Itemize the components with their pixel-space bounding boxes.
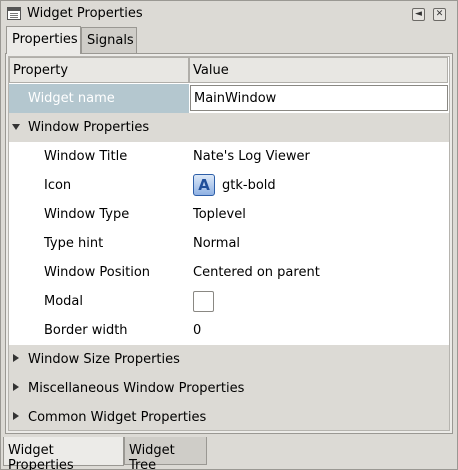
title-bar: Widget Properties ◄ ✕ — [1, 1, 457, 27]
row-widget-name[interactable]: Widget name MainWindow — [9, 84, 449, 113]
property-label: Type hint — [44, 236, 104, 251]
expander-collapsed-icon[interactable] — [13, 412, 19, 420]
property-value[interactable]: gtk-bold — [222, 178, 276, 193]
close-icon[interactable]: ✕ — [433, 8, 446, 21]
column-header-value[interactable]: Value — [189, 57, 448, 83]
property-label: Window Type — [44, 207, 130, 222]
row-type-hint[interactable]: Type hint Normal — [9, 229, 449, 258]
row-window-type[interactable]: Window Type Toplevel — [9, 200, 449, 229]
widget-name-input[interactable]: MainWindow — [190, 85, 448, 111]
property-label: Modal — [44, 294, 83, 309]
property-table: Property Value Widget name MainWindow Wi… — [8, 56, 450, 431]
property-value[interactable]: Normal — [190, 229, 449, 258]
window-title: Widget Properties — [27, 6, 143, 21]
row-modal[interactable]: Modal — [9, 287, 449, 316]
row-window-title[interactable]: Window Title Nate's Log Viewer — [9, 142, 449, 171]
property-label: Window Position — [44, 265, 151, 280]
section-label: Common Widget Properties — [28, 410, 207, 425]
property-label: Icon — [44, 178, 72, 193]
tab-signals[interactable]: Signals — [81, 27, 137, 54]
detach-icon[interactable]: ◄ — [412, 8, 425, 21]
property-value[interactable]: Nate's Log Viewer — [190, 142, 449, 171]
property-value[interactable]: 0 — [190, 316, 449, 345]
row-border-width[interactable]: Border width 0 — [9, 316, 449, 345]
gtk-bold-icon[interactable]: A — [193, 174, 215, 196]
tab-widget-tree[interactable]: Widget Tree — [124, 437, 207, 470]
widget-name-label: Widget name — [9, 84, 189, 113]
expander-collapsed-icon[interactable] — [13, 383, 19, 391]
section-label: Window Size Properties — [28, 352, 180, 367]
window-icon — [7, 7, 21, 20]
property-label: Border width — [44, 323, 128, 338]
section-window-size-properties[interactable]: Window Size Properties — [9, 345, 449, 374]
property-value[interactable]: Centered on parent — [190, 258, 449, 287]
expander-expanded-icon[interactable] — [12, 124, 20, 130]
tab-properties[interactable]: Properties — [6, 26, 81, 54]
column-header-property[interactable]: Property — [9, 57, 189, 83]
tab-widget-properties[interactable]: Widget Properties — [3, 437, 124, 470]
modal-checkbox[interactable] — [193, 291, 214, 312]
row-window-position[interactable]: Window Position Centered on parent — [9, 258, 449, 287]
section-label: Window Properties — [28, 120, 150, 135]
section-misc-window-properties[interactable]: Miscellaneous Window Properties — [9, 374, 449, 403]
section-window-properties[interactable]: Window Properties — [9, 113, 449, 142]
expander-collapsed-icon[interactable] — [13, 354, 19, 362]
section-label: Miscellaneous Window Properties — [28, 381, 245, 396]
property-label: Window Title — [44, 149, 128, 164]
row-icon[interactable]: Icon A gtk-bold — [9, 171, 449, 200]
section-common-widget-properties[interactable]: Common Widget Properties — [9, 403, 449, 430]
property-value[interactable]: Toplevel — [190, 200, 449, 229]
